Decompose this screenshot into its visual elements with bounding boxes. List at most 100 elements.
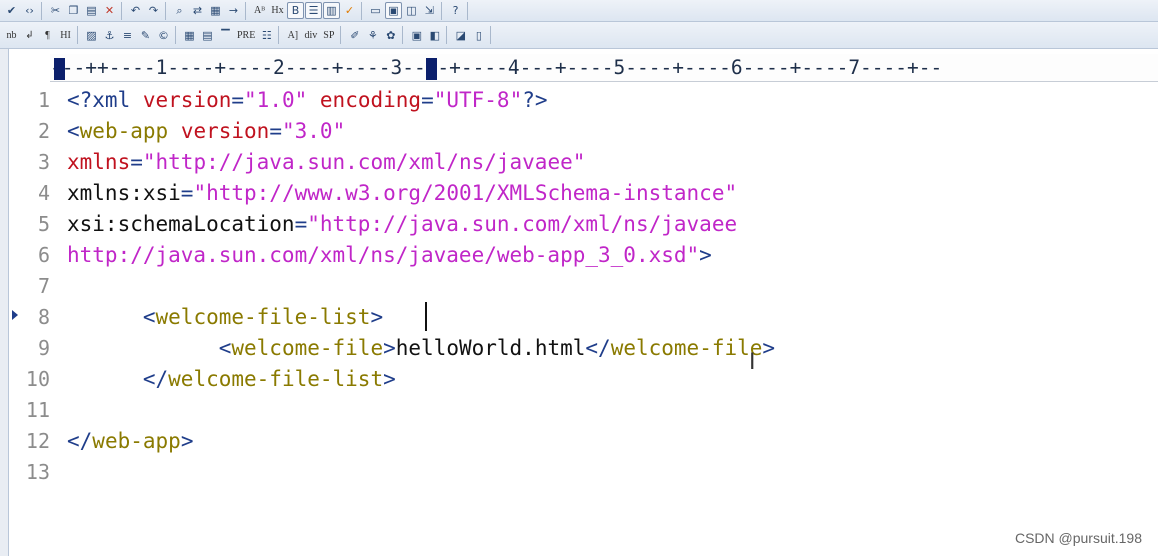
line-number: 7 <box>37 274 50 298</box>
ordered-list-icon[interactable]: ☷ <box>258 27 275 44</box>
layout-icon[interactable]: ◧ <box>426 27 443 44</box>
code-token: > <box>762 336 776 360</box>
code-token: welcome-file <box>231 336 384 360</box>
ruler-left-margin-marker[interactable] <box>54 58 65 80</box>
edit-icon[interactable]: ✎ <box>137 27 154 44</box>
abc-icon[interactable]: ▥ <box>323 2 340 19</box>
replace-icon[interactable]: ⇄ <box>189 2 206 19</box>
cascade-icon[interactable]: ◫ <box>403 2 420 19</box>
line-number: 4 <box>37 181 50 205</box>
nbsp-button[interactable]: nb <box>3 27 20 44</box>
table-icon[interactable]: ▦ <box>181 27 198 44</box>
code-token: = <box>180 181 194 205</box>
code-token: > <box>180 429 194 453</box>
highlight-button[interactable]: HI <box>57 27 74 44</box>
code-token: </ <box>67 429 93 453</box>
line-number: 9 <box>37 336 50 360</box>
browser-icon[interactable]: ▯ <box>470 27 487 44</box>
ruler-scale: ---++----1----+----2----+----3----+----4… <box>50 56 943 79</box>
horizontal-rule-icon[interactable]: ≡ <box>119 27 136 44</box>
preview-icon[interactable]: ◪ <box>452 27 469 44</box>
watermark: CSDN @pursuit.198 <box>1014 530 1142 546</box>
code-text: xmlns="http://java.sun.com/xml/ns/javaee… <box>67 147 585 178</box>
anchor-tag-button[interactable]: A] <box>284 27 301 44</box>
code-token: "3.0" <box>282 119 346 143</box>
code-token: helloWorld.html <box>395 336 586 360</box>
copyright-icon[interactable]: © <box>155 27 172 44</box>
color-icon[interactable]: ✿ <box>382 27 399 44</box>
markup-toolbar: nb ↲ ¶ HI ▨ ⚓ ≡ ✎ © ▦ ▤ ▔ PRE ☷ A] div S… <box>0 22 1158 49</box>
list-icon[interactable]: ☰ <box>305 2 322 19</box>
paste-icon[interactable]: ▤ <box>83 2 100 19</box>
cut-icon[interactable]: ✂ <box>47 2 64 19</box>
line-number: 11 <box>25 398 50 422</box>
frame-icon[interactable]: ▣ <box>408 27 425 44</box>
code-token: </ <box>142 367 169 391</box>
export-icon[interactable]: ⇲ <box>421 2 438 19</box>
line-number: 6 <box>37 243 50 267</box>
textbox-icon[interactable]: ▔ <box>217 27 234 44</box>
font-size-button[interactable]: Aᴮ <box>251 2 268 19</box>
code-token: > <box>370 305 384 329</box>
code-token: version <box>180 119 270 143</box>
line-number: 12 <box>25 429 50 453</box>
code-token: encoding <box>319 88 422 112</box>
validate-check-icon[interactable]: ✓ <box>341 2 358 19</box>
div-button[interactable]: div <box>302 27 319 44</box>
pre-button[interactable]: PRE <box>235 27 257 44</box>
code-token: xsi:schemaLocation <box>67 212 295 236</box>
copy-icon[interactable]: ❐ <box>65 2 82 19</box>
line-number: 1 <box>37 88 50 112</box>
undo-icon[interactable]: ↶ <box>127 2 144 19</box>
code-token: > <box>383 367 396 391</box>
help-context-icon[interactable]: ? <box>447 2 464 19</box>
redo-icon[interactable]: ↷ <box>145 2 162 19</box>
heading-button[interactable]: Hx <box>269 2 286 19</box>
left-panel-strip <box>0 49 9 556</box>
anchor-icon[interactable]: ⚓ <box>101 27 118 44</box>
code-token: web-app <box>92 429 181 453</box>
goto-icon[interactable]: → <box>225 2 242 19</box>
code-token: > <box>699 243 712 267</box>
code-text: </web-app> <box>67 426 193 457</box>
tile-icon[interactable]: ▣ <box>385 2 402 19</box>
code-text: <welcome-file>helloWorld.html</welcome-f… <box>67 333 775 364</box>
code-token: ?> <box>522 88 548 112</box>
code-token: welcome-file <box>610 336 763 360</box>
code-text: <?xml version="1.0" encoding="UTF-8"?> <box>67 85 548 116</box>
ruler-cursor-marker[interactable] <box>426 58 437 80</box>
code-token: = <box>294 212 308 236</box>
window-icon[interactable]: ▭ <box>367 2 384 19</box>
form-icon[interactable]: ▤ <box>199 27 216 44</box>
code-token: < <box>218 336 232 360</box>
code-editor[interactable]: 1 <?xml version="1.0" encoding="UTF-8"?> 2… <box>14 85 1158 556</box>
find-in-files-icon[interactable]: ▦ <box>207 2 224 19</box>
style-icon[interactable]: ✐ <box>346 27 363 44</box>
code-token: welcome-file-list <box>168 367 384 391</box>
script-icon[interactable]: ⚘ <box>364 27 381 44</box>
code-token: http://java.sun.com/xml/ns/javaee/web-ap… <box>67 243 700 267</box>
code-token: < <box>142 305 156 329</box>
code-icon[interactable]: ‹› <box>21 2 38 19</box>
text-caret <box>425 302 427 331</box>
line-break-button[interactable]: ↲ <box>21 27 38 44</box>
image-icon[interactable]: ▨ <box>83 27 100 44</box>
paragraph-icon[interactable]: B <box>287 2 304 19</box>
ibeam-cursor-icon: I <box>749 350 756 375</box>
code-text: xsi:schemaLocation="http://java.sun.com/… <box>67 209 737 240</box>
line-number: 10 <box>25 367 50 391</box>
code-token: "1.0" <box>244 88 308 112</box>
spellcheck-icon[interactable]: ✔ <box>3 2 20 19</box>
code-token: > <box>383 336 396 360</box>
paragraph-button[interactable]: ¶ <box>39 27 56 44</box>
code-token: < <box>67 119 80 143</box>
code-token: version <box>142 88 232 112</box>
code-token: xmlns <box>67 150 131 174</box>
delete-icon[interactable]: ✕ <box>101 2 118 19</box>
span-button[interactable]: SP <box>320 27 337 44</box>
find-icon[interactable]: ⌕ <box>171 2 188 19</box>
code-text: xmlns:xsi="http://www.w3.org/2001/XMLSch… <box>67 178 737 209</box>
